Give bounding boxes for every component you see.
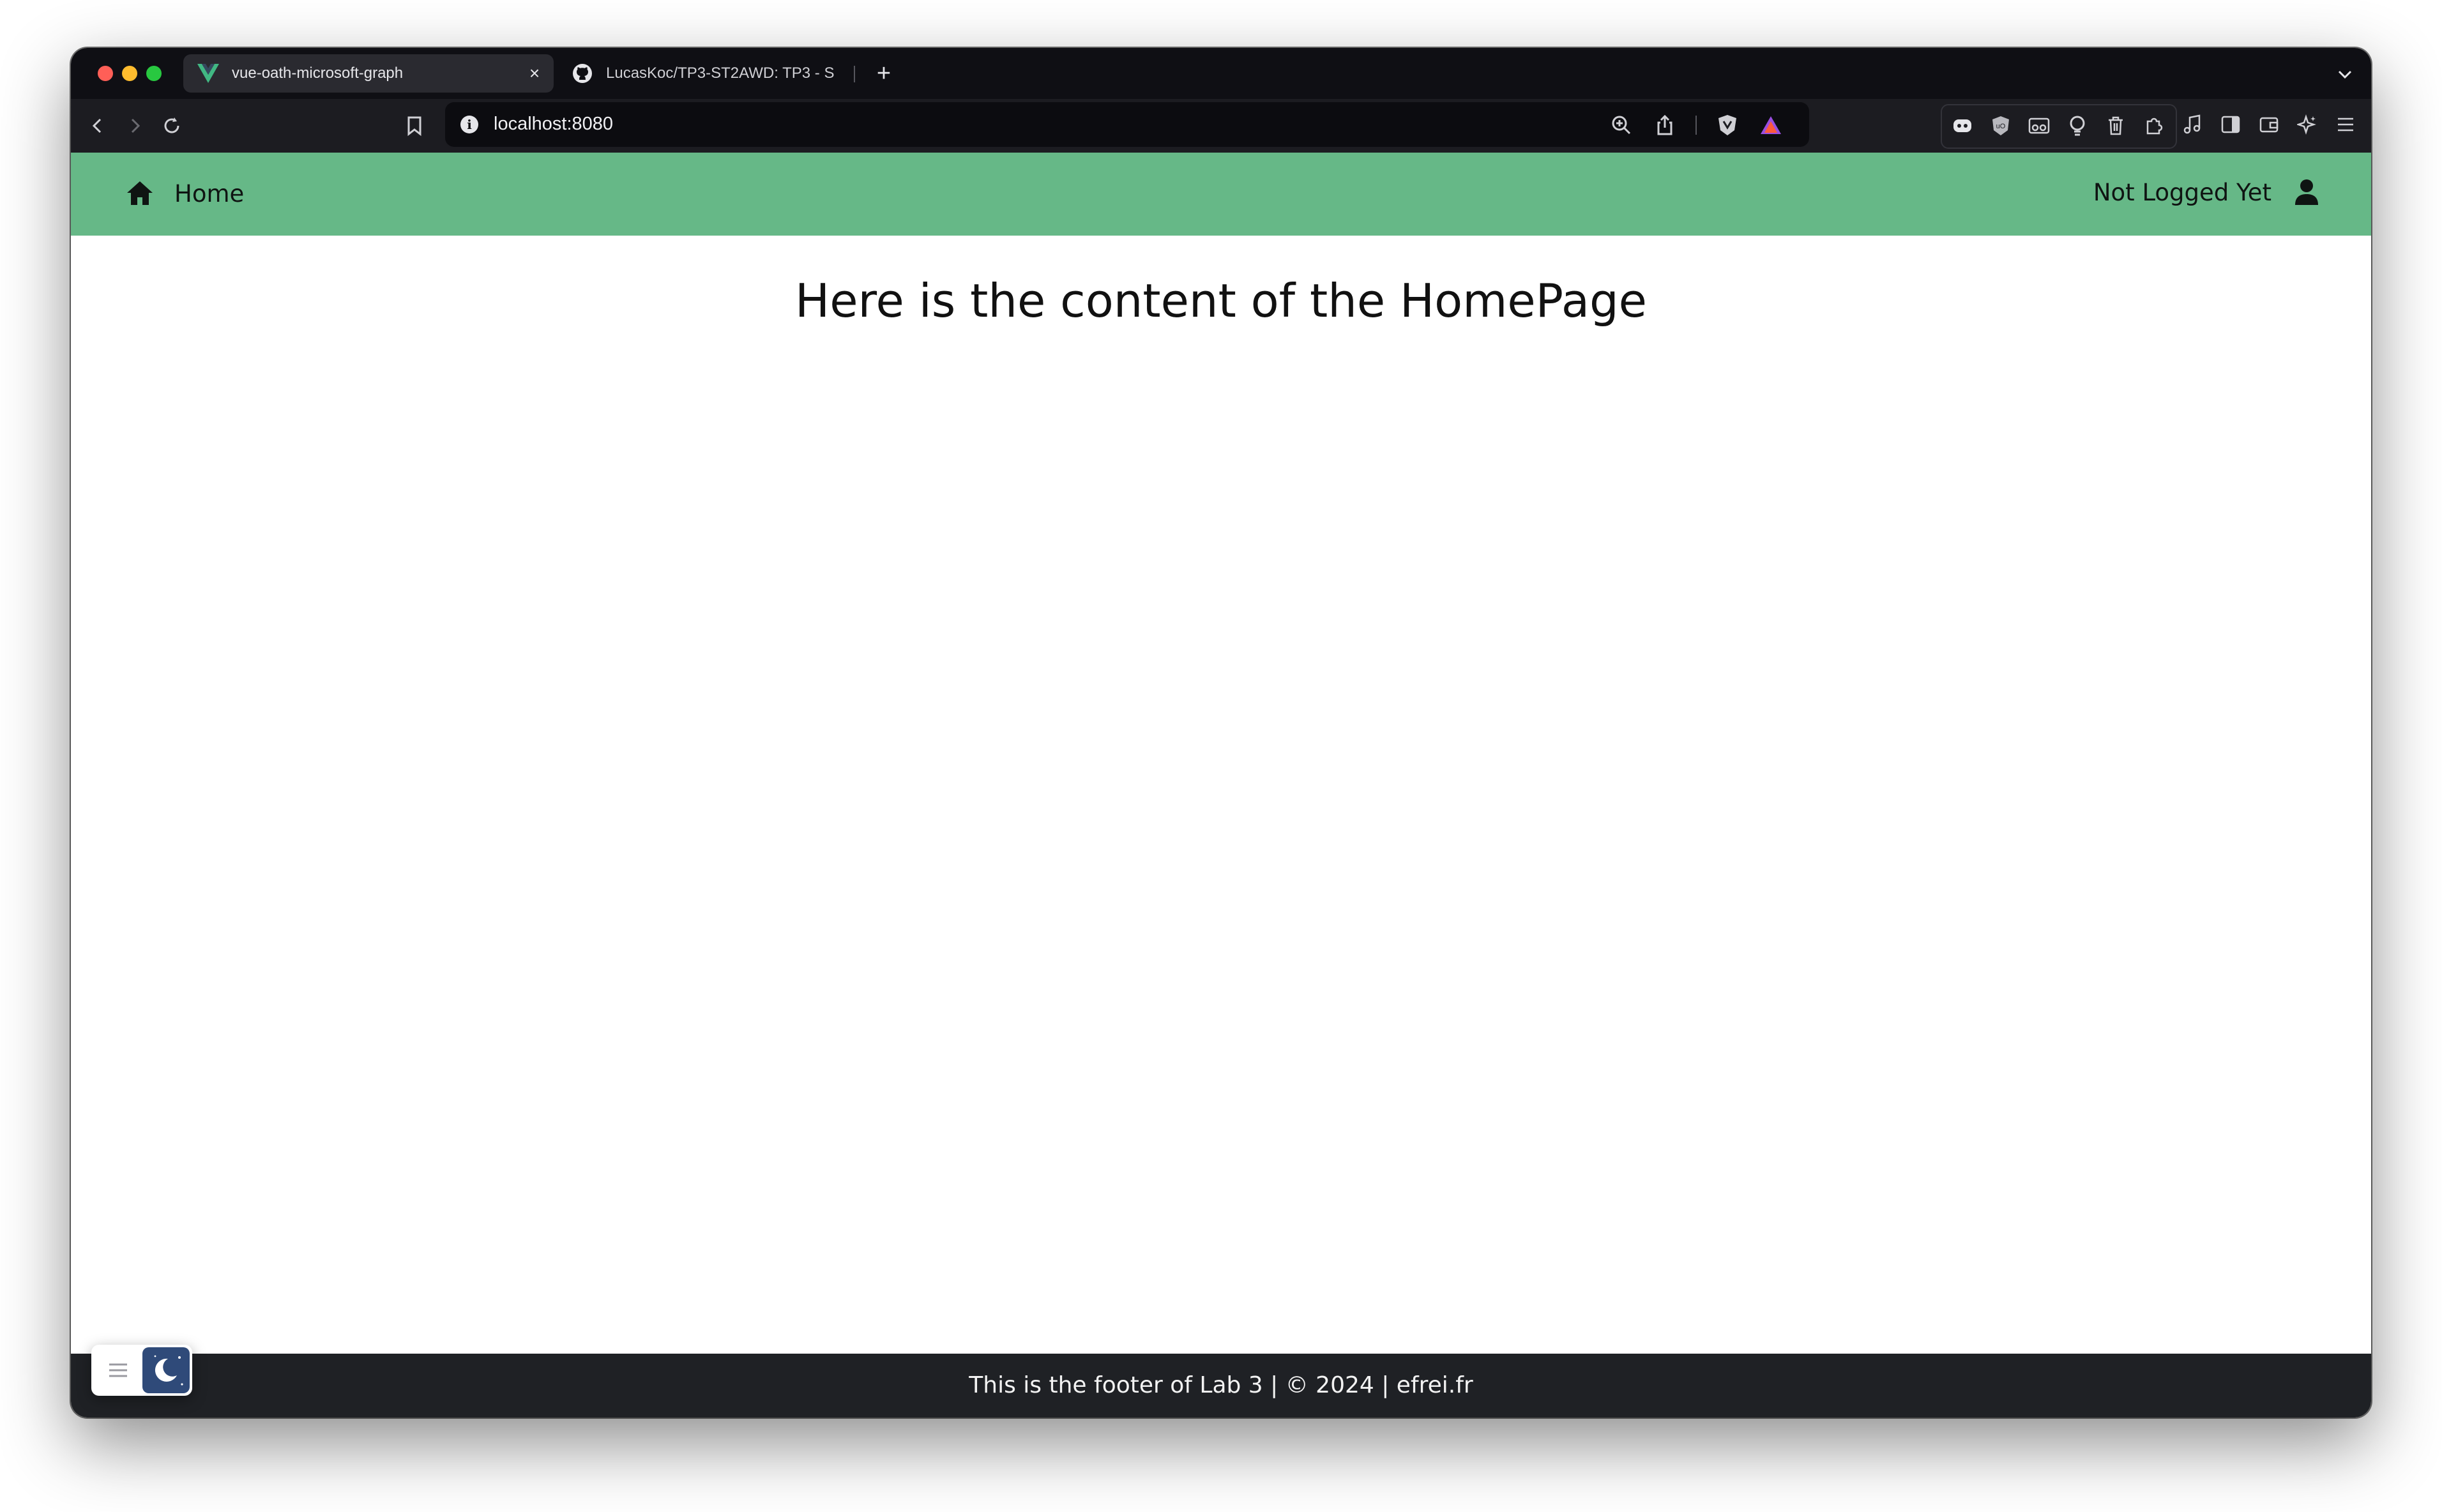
address-text[interactable]: localhost:8080	[494, 114, 613, 135]
tab-title: LucasKoc/TP3-ST2AWD: TP3 - S	[606, 64, 835, 82]
tab-separator	[854, 66, 855, 82]
svg-text:uO: uO	[1996, 123, 2006, 130]
forward-icon[interactable]	[121, 112, 149, 140]
user-status-link[interactable]: Not Logged Yet	[2093, 178, 2320, 206]
tab-vue-oath[interactable]: vue-oath-microsoft-graph ×	[183, 54, 554, 93]
tab-title: vue-oath-microsoft-graph	[232, 64, 404, 82]
home-icon	[125, 178, 155, 209]
brave-rewards-icon[interactable]	[1758, 112, 1784, 138]
new-tab-button[interactable]: +	[868, 58, 900, 90]
puzzle-extensions-icon[interactable]	[2141, 113, 2167, 139]
trash-extension-icon[interactable]	[2103, 113, 2128, 139]
close-tab-icon[interactable]: ×	[522, 63, 547, 84]
browser-toolbar: i localhost:8080 uO	[71, 99, 2371, 153]
hamburger-menu-icon[interactable]	[2333, 112, 2358, 137]
site-info-icon[interactable]: i	[460, 116, 478, 133]
back-icon[interactable]	[84, 112, 112, 140]
user-status-label: Not Logged Yet	[2093, 178, 2271, 206]
glasses-extension-icon[interactable]	[2026, 113, 2052, 139]
ublock-icon[interactable]: uO	[1988, 113, 2014, 139]
chevron-down-icon[interactable]	[2335, 64, 2355, 84]
tab-github[interactable]: LucasKoc/TP3-ST2AWD: TP3 - S	[561, 54, 850, 93]
close-window-button[interactable]	[98, 66, 113, 81]
share-icon[interactable]	[1652, 112, 1678, 138]
browser-window: vue-oath-microsoft-graph × LucasKoc/TP3-…	[71, 48, 2371, 1418]
page-footer: This is the footer of Lab 3 | © 2024 | e…	[71, 1354, 2371, 1418]
discord-extension-icon[interactable]	[1950, 113, 1975, 139]
web-page: Home Not Logged Yet Here is the content …	[71, 153, 2371, 1418]
vue-logo-icon	[197, 63, 219, 84]
bookmark-icon[interactable]	[400, 112, 428, 140]
home-label: Home	[174, 179, 245, 208]
sidebar-icon[interactable]	[2218, 112, 2243, 137]
zoom-icon[interactable]	[1609, 112, 1634, 138]
address-bar[interactable]: i localhost:8080	[445, 102, 1809, 147]
music-icon[interactable]	[2180, 112, 2205, 137]
maximize-window-button[interactable]	[146, 66, 162, 81]
menu-icon[interactable]	[104, 1356, 132, 1384]
github-icon	[572, 63, 593, 84]
wallet-icon[interactable]	[2256, 112, 2282, 137]
footer-text: This is the footer of Lab 3 | © 2024 | e…	[969, 1372, 1473, 1398]
minimize-window-button[interactable]	[122, 66, 137, 81]
toolbar-divider	[1695, 116, 1697, 135]
reload-icon[interactable]	[158, 112, 186, 140]
leo-ai-icon[interactable]	[2294, 112, 2320, 137]
extensions-group: uO	[1941, 104, 2177, 149]
brave-shield-icon[interactable]	[1715, 112, 1740, 138]
user-icon	[2293, 178, 2320, 206]
theme-widget	[91, 1345, 192, 1396]
page-heading: Here is the content of the HomePage	[795, 274, 1647, 328]
top-navbar: Home Not Logged Yet	[71, 153, 2371, 236]
home-nav-link[interactable]: Home	[125, 178, 244, 209]
tab-bar: vue-oath-microsoft-graph × LucasKoc/TP3-…	[71, 48, 2371, 99]
lightbulb-extension-icon[interactable]	[2065, 113, 2090, 139]
moon-icon[interactable]	[142, 1347, 190, 1393]
